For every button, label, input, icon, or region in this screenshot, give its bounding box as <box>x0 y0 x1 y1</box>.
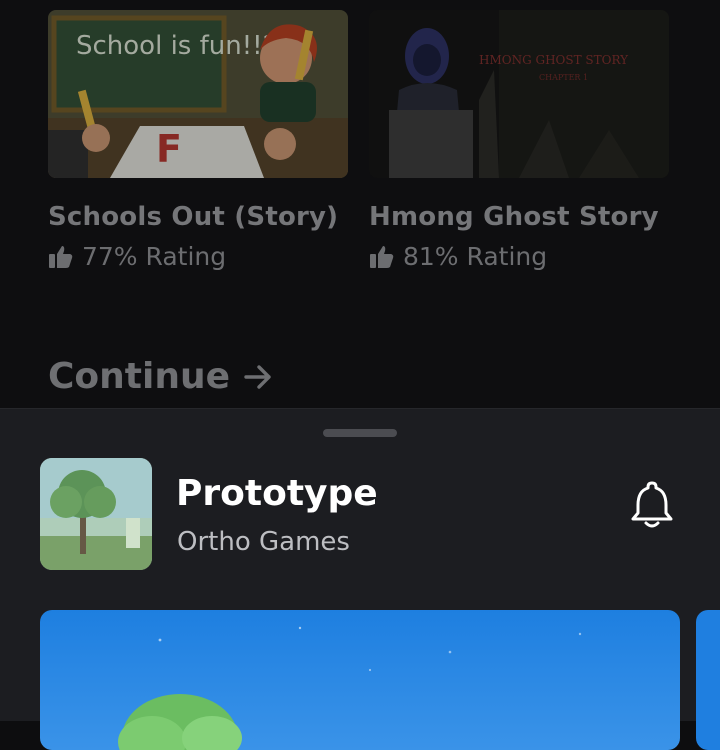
game-details-sheet[interactable]: Prototype Ortho Games <box>0 408 720 750</box>
bell-icon[interactable] <box>628 477 676 531</box>
game-card-schools-out[interactable]: School is fun!!? F Schools Out (Story) 7… <box>48 10 348 271</box>
continue-section-header[interactable]: Continue <box>48 356 274 397</box>
continue-label[interactable]: Continue <box>48 356 230 397</box>
game-title[interactable]: Schools Out (Story) <box>48 202 348 232</box>
game-title[interactable]: Hmong Ghost Story <box>369 202 669 232</box>
next-media-preview[interactable] <box>696 610 720 750</box>
game-rating: 77% Rating <box>48 242 348 271</box>
developer-name[interactable]: Ortho Games <box>177 527 350 557</box>
game-media-preview[interactable] <box>40 610 680 750</box>
hmong-ghost-story-thumbnail-art: HMONG GHOST STORY CHAPTER 1 <box>369 10 669 178</box>
arrow-right-icon[interactable] <box>242 361 274 393</box>
rating-text: 81% Rating <box>403 242 548 271</box>
sheet-drag-handle[interactable] <box>323 429 397 437</box>
game-rating: 81% Rating <box>369 242 669 271</box>
game-icon <box>40 458 152 570</box>
game-thumbnail[interactable]: HMONG GHOST STORY CHAPTER 1 <box>369 10 669 178</box>
rating-text: 77% Rating <box>82 242 227 271</box>
thumbs-up-icon <box>48 244 74 270</box>
game-title: Prototype <box>176 473 378 514</box>
schools-out-thumbnail-art: School is fun!!? F <box>48 10 348 178</box>
game-thumbnail[interactable]: School is fun!!? F <box>48 10 348 178</box>
game-card-hmong-ghost-story[interactable]: HMONG GHOST STORY CHAPTER 1 Hmong Ghost … <box>369 10 669 271</box>
thumbs-up-icon <box>369 244 395 270</box>
